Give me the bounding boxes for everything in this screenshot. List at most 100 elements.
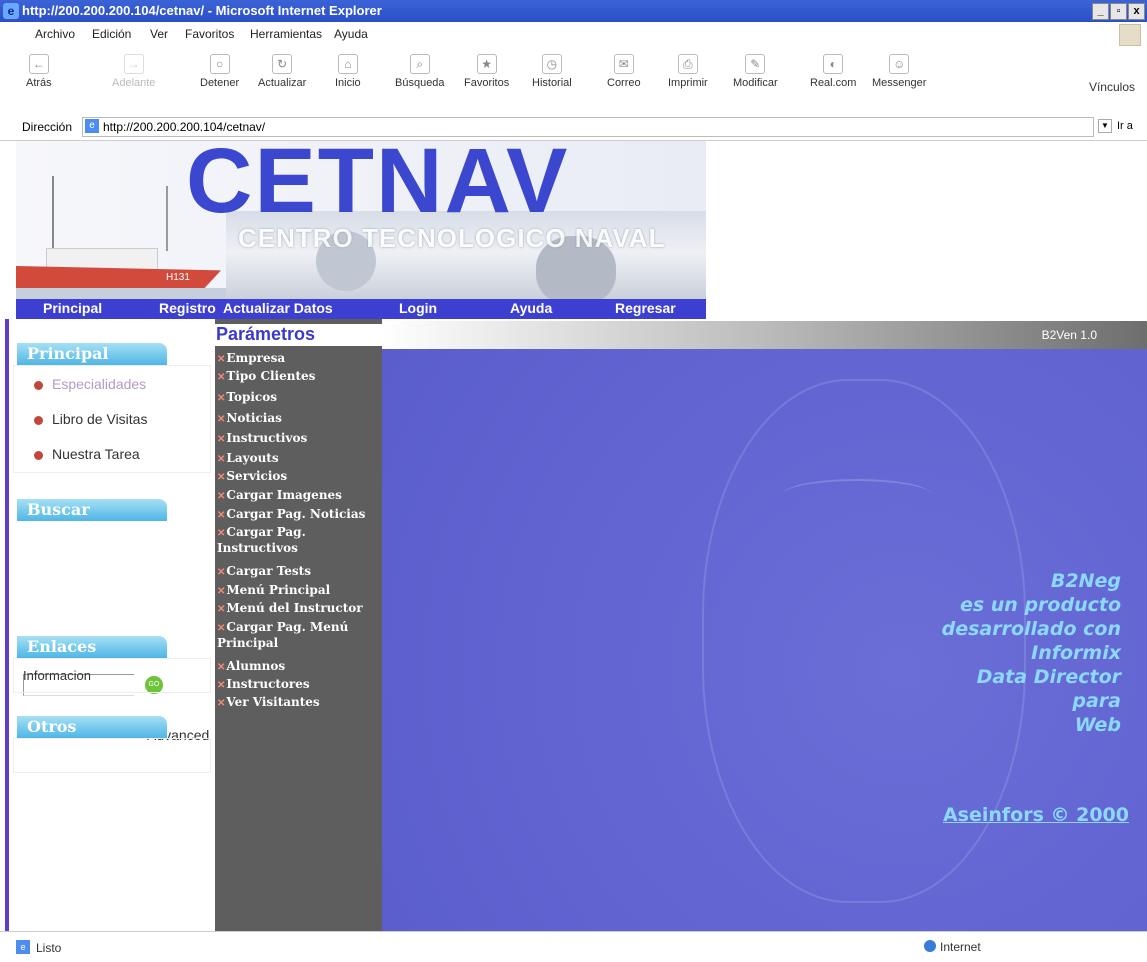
status-text: Listo: [36, 941, 62, 955]
page-icon: e: [85, 119, 99, 133]
home-icon: ⌂: [337, 54, 358, 74]
menu-bar: Archivo Edición Ver Favoritos Herramient…: [0, 22, 1147, 47]
print-button[interactable]: ⎙ Imprimir: [668, 54, 708, 89]
zone-indicator: Internet: [924, 940, 981, 954]
nav-registro[interactable]: Registro: [159, 300, 216, 316]
info-line: para: [1072, 690, 1121, 712]
messenger-icon: ☺: [889, 54, 910, 74]
back-button[interactable]: ← Atrás: [26, 54, 52, 89]
param-label: Topicos: [226, 390, 277, 404]
param-item[interactable]: ✕Cargar Tests: [217, 564, 311, 580]
param-label: Noticias: [226, 411, 282, 425]
close-button[interactable]: x: [1128, 3, 1145, 20]
param-item[interactable]: ✕Tipo Clientes: [217, 369, 315, 385]
info-line: Data Director: [976, 666, 1121, 688]
address-input[interactable]: e http://200.200.200.104/cetnav/: [82, 117, 1094, 137]
refresh-button[interactable]: ↻ Actualizar: [258, 54, 306, 89]
edit-button[interactable]: ✎ Modificar: [733, 54, 778, 89]
stop-button[interactable]: ○ Detener: [200, 54, 239, 89]
nav-regresar[interactable]: Regresar: [615, 300, 676, 316]
site-banner: H131 CETNAV CENTRO TECNOLOGICO NAVAL: [16, 141, 706, 303]
nav-login[interactable]: Login: [399, 300, 437, 316]
param-item[interactable]: ✕Topicos: [217, 390, 277, 406]
search-label: Búsqueda: [395, 77, 445, 89]
bullet-icon: [34, 416, 43, 425]
window-titlebar: e http://200.200.200.104/cetnav/ - Micro…: [0, 0, 1147, 22]
menu-edicion[interactable]: Edición: [92, 27, 131, 41]
ship-number: H131: [166, 272, 190, 283]
param-item[interactable]: ✕Cargar Pag. Noticias: [217, 507, 365, 523]
favorites-button[interactable]: ★ Favoritos: [464, 54, 509, 89]
param-label: Ver Visitantes: [226, 695, 320, 709]
sidebar-item-especialidades[interactable]: Especialidades: [34, 376, 146, 392]
window-title: http://200.200.200.104/cetnav/ - Microso…: [22, 3, 382, 18]
product-info: B2Neg es un producto desarrollado con In…: [942, 569, 1121, 737]
param-item[interactable]: ✕Servicios: [217, 469, 287, 485]
param-item[interactable]: ✕Empresa: [217, 351, 285, 367]
back-arrow-icon: ←: [28, 54, 49, 74]
search-icon: ⌕: [409, 54, 430, 74]
param-label: Menú Principal: [226, 583, 331, 597]
link-informacion[interactable]: Informacion: [23, 668, 91, 683]
menu-ver[interactable]: Ver: [150, 27, 168, 41]
x-icon: ✕: [217, 623, 226, 634]
param-item[interactable]: ✕Alumnos: [217, 659, 285, 675]
copyright-link[interactable]: Aseinfors © 2000: [943, 804, 1129, 826]
param-item[interactable]: ✕Cargar Pag. Menú Principal: [217, 620, 367, 650]
forward-arrow-icon: →: [123, 54, 144, 74]
mail-label: Correo: [607, 77, 641, 89]
search-button[interactable]: ⌕ Búsqueda: [395, 54, 445, 89]
print-label: Imprimir: [668, 77, 708, 89]
param-label: Tipo Clientes: [226, 369, 316, 383]
nav-principal[interactable]: Principal: [43, 300, 102, 316]
buscar-box: [13, 521, 209, 609]
site-subtitle: CENTRO TECNOLOGICO NAVAL: [238, 223, 666, 253]
zone-label: Internet: [940, 940, 981, 954]
x-icon: ✕: [217, 414, 226, 425]
param-item[interactable]: ✕Instructivos: [217, 431, 307, 447]
param-item[interactable]: ✕Menú del Instructor: [217, 601, 363, 617]
param-item[interactable]: ✕Ver Visitantes: [217, 695, 320, 711]
param-item[interactable]: ✕Cargar Pag. Instructivos: [217, 525, 367, 555]
go-button[interactable]: Ir a: [1117, 120, 1133, 132]
menu-favoritos[interactable]: Favoritos: [185, 27, 234, 41]
address-dropdown-icon[interactable]: ▼: [1098, 119, 1112, 133]
nav-ayuda[interactable]: Ayuda: [510, 300, 552, 316]
info-line: desarrollado con: [941, 618, 1121, 640]
otros-section-header: Otros: [17, 716, 167, 738]
param-item[interactable]: ✕Instructores: [217, 677, 310, 693]
ie-logo-icon: e: [3, 3, 19, 19]
main-header-bar: B2Ven 1.0: [382, 321, 1147, 349]
menu-herramientas[interactable]: Herramientas: [250, 27, 322, 41]
enlaces-section-header: Enlaces: [17, 636, 167, 658]
window-controls: _ ▫ x: [1092, 3, 1145, 20]
param-item[interactable]: ✕Noticias: [217, 411, 282, 427]
param-item[interactable]: ✕Cargar Imagenes: [217, 488, 342, 504]
x-icon: ✕: [217, 510, 226, 521]
menu-ayuda[interactable]: Ayuda: [334, 27, 368, 41]
menu-archivo[interactable]: Archivo: [35, 27, 75, 41]
history-button[interactable]: ◷ Historial: [532, 54, 572, 89]
maximize-button[interactable]: ▫: [1110, 3, 1127, 20]
realcom-button[interactable]: ◐ Real.com: [810, 54, 856, 89]
nav-actualizar-datos[interactable]: Actualizar Datos: [223, 300, 333, 316]
sidebar-item-nuestra-tarea[interactable]: Nuestra Tarea: [34, 446, 140, 462]
messenger-button[interactable]: ☺ Messenger: [872, 54, 926, 89]
param-label: Alumnos: [226, 659, 286, 673]
x-icon: ✕: [217, 393, 226, 404]
minimize-button[interactable]: _: [1092, 3, 1109, 20]
mail-button[interactable]: ✉ Correo: [607, 54, 641, 89]
version-label: B2Ven 1.0: [1041, 328, 1097, 342]
x-icon: ✕: [217, 434, 226, 445]
x-icon: ✕: [217, 472, 226, 483]
stop-label: Detener: [200, 77, 240, 89]
links-label[interactable]: Vínculos: [1089, 80, 1135, 94]
x-icon: ✕: [217, 662, 226, 673]
sidebar-item-libro-de-visitas[interactable]: Libro de Visitas: [34, 411, 147, 427]
home-button[interactable]: ⌂ Inicio: [335, 54, 361, 89]
param-label: Cargar Pag. Menú Principal: [217, 620, 349, 650]
favorites-label: Favoritos: [464, 77, 510, 89]
param-item[interactable]: ✕Layouts: [217, 451, 279, 467]
param-item[interactable]: ✕Menú Principal: [217, 583, 330, 599]
forward-button[interactable]: → Adelante: [112, 54, 155, 89]
